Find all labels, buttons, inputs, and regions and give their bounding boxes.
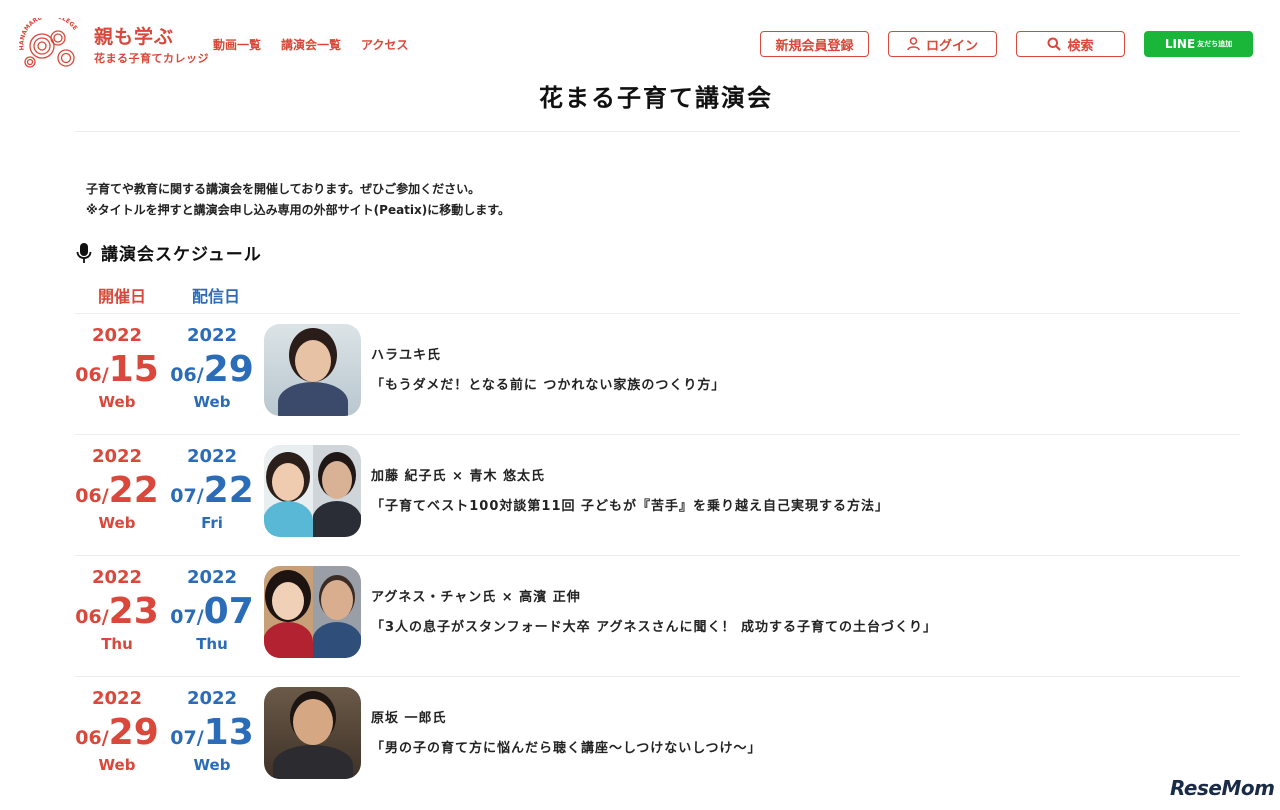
open-month: 06/ <box>75 364 109 386</box>
main-nav: 動画一覧 講演会一覧 アクセス <box>213 36 408 53</box>
column-open-date: 開催日 <box>98 287 147 306</box>
stream-weekday: Fri <box>201 514 223 532</box>
stream-date: 2022 07/07 Thu <box>167 566 257 654</box>
stream-year: 2022 <box>186 567 238 588</box>
stream-day: 13 <box>203 712 254 753</box>
line-label: LINE <box>1164 37 1196 51</box>
speaker-name: アグネス・チャン氏 × 高濱 正伸 <box>371 590 581 605</box>
register-label: 新規会員登録 <box>775 38 854 54</box>
page-title: 花まる子育て講演会 <box>539 84 773 112</box>
event-title-link[interactable]: 「子育てベスト100対談第11回 子どもが『苦手』を乗り越え自己実現する方法」 <box>371 495 889 514</box>
user-icon <box>907 37 920 51</box>
stream-year: 2022 <box>186 325 238 346</box>
speaker-name: 加藤 紀子氏 × 青木 悠太氏 <box>371 469 545 484</box>
site-header: HANAMARU・COLLEGE 親も学ぶ 花まる子育てカレッジ 動画一覧 講演… <box>0 0 1280 80</box>
speaker-name: ハラユキ氏 <box>371 348 442 363</box>
column-stream-date: 配信日 <box>192 287 241 306</box>
line-sub-label: 友だち追加 <box>1197 40 1233 48</box>
stream-weekday: Thu <box>196 635 228 653</box>
open-weekday: Web <box>98 756 136 774</box>
intro-note: ※タイトルを押すと講演会申し込み専用の外部サイト(Peatix)に移動します。 <box>86 203 511 217</box>
event-row[interactable]: 2022 06/22 Web 2022 07/22 Fri 加藤 紀子氏 × 青… <box>75 434 1240 555</box>
search-button[interactable]: 検索 <box>1016 31 1125 57</box>
open-weekday: Web <box>98 514 136 532</box>
event-row[interactable]: 2022 06/23 Thu 2022 07/07 Thu アグネス・チャン氏 … <box>75 555 1240 676</box>
event-title-link[interactable]: 「男の子の育て方に悩んだら聴く講座〜しつけないしつけ〜」 <box>371 737 761 756</box>
nav-lectures[interactable]: 講演会一覧 <box>281 36 341 53</box>
open-date: 2022 06/29 Web <box>72 687 162 775</box>
register-button[interactable]: 新規会員登録 <box>760 31 869 57</box>
flower-logo-icon: HANAMARU・COLLEGE <box>18 18 79 68</box>
stream-date: 2022 07/22 Fri <box>167 445 257 533</box>
stream-month: 07/ <box>170 727 204 749</box>
open-date: 2022 06/15 Web <box>72 324 162 412</box>
open-weekday: Thu <box>101 635 133 653</box>
speaker-name: 原坂 一郎氏 <box>371 711 447 726</box>
open-month: 06/ <box>75 485 109 507</box>
login-button[interactable]: ログイン <box>888 31 997 57</box>
speaker-photo <box>264 687 361 779</box>
stream-year: 2022 <box>186 688 238 709</box>
event-list: 2022 06/15 Web 2022 06/29 Web ハラユキ氏 「もうダ… <box>75 313 1240 797</box>
stream-day: 07 <box>203 591 254 632</box>
stream-weekday: Web <box>193 756 231 774</box>
open-day: 29 <box>108 712 159 753</box>
event-row[interactable]: 2022 06/15 Web 2022 06/29 Web ハラユキ氏 「もうダ… <box>75 313 1240 434</box>
stream-weekday: Web <box>193 393 231 411</box>
open-day: 22 <box>108 470 159 511</box>
event-title-link[interactable]: 「もうダメだ！となる前に つかれない家族のつくり方」 <box>371 374 725 393</box>
stream-month: 07/ <box>170 606 204 628</box>
nav-access[interactable]: アクセス <box>361 36 408 53</box>
stream-month: 06/ <box>170 364 204 386</box>
stream-year: 2022 <box>186 446 238 467</box>
watermark-logo: ReseMom <box>1170 776 1275 800</box>
stream-month: 07/ <box>170 485 204 507</box>
stream-date: 2022 06/29 Web <box>167 324 257 412</box>
line-friend-button[interactable]: LINE 友だち追加 <box>1144 31 1253 57</box>
open-month: 06/ <box>75 606 109 628</box>
logo-title: 親も学ぶ <box>94 26 175 48</box>
site-logo[interactable]: HANAMARU・COLLEGE 親も学ぶ 花まる子育てカレッジ <box>16 16 209 72</box>
login-label: ログイン <box>925 38 978 54</box>
search-icon <box>1047 37 1062 51</box>
schedule-heading: 講演会スケジュール <box>75 240 262 265</box>
divider <box>75 131 1240 132</box>
open-day: 23 <box>108 591 159 632</box>
speaker-photo <box>264 324 361 416</box>
open-day: 15 <box>108 349 159 390</box>
search-label: 検索 <box>1067 38 1094 54</box>
open-weekday: Web <box>98 393 136 411</box>
event-title-link[interactable]: 「3人の息子がスタンフォード大卒 アグネスさんに聞く！ 成功する子育ての土台づく… <box>371 616 937 635</box>
intro-line: 子育てや教育に関する講演会を開催しております。ぜひご参加ください。 <box>86 182 481 196</box>
speaker-photo <box>264 445 361 537</box>
stream-date: 2022 07/13 Web <box>167 687 257 775</box>
speaker-photo <box>264 566 361 658</box>
svg-text:HANAMARU・COLLEGE: HANAMARU・COLLEGE <box>18 18 78 51</box>
open-date: 2022 06/23 Thu <box>72 566 162 654</box>
open-year: 2022 <box>91 567 143 588</box>
open-month: 06/ <box>75 727 109 749</box>
intro-text: 子育てや教育に関する講演会を開催しております。ぜひご参加ください。 ※タイトルを… <box>86 179 510 221</box>
schedule-heading-label: 講演会スケジュール <box>101 245 262 265</box>
open-year: 2022 <box>91 446 143 467</box>
open-year: 2022 <box>91 688 143 709</box>
stream-day: 22 <box>203 470 254 511</box>
stream-day: 29 <box>203 349 254 390</box>
open-date: 2022 06/22 Web <box>72 445 162 533</box>
nav-videos[interactable]: 動画一覧 <box>213 36 261 53</box>
event-row[interactable]: 2022 06/29 Web 2022 07/13 Web 原坂 一郎氏 「男の… <box>75 676 1240 797</box>
microphone-icon <box>76 242 92 263</box>
open-year: 2022 <box>91 325 143 346</box>
logo-subtitle: 花まる子育てカレッジ <box>94 52 209 65</box>
